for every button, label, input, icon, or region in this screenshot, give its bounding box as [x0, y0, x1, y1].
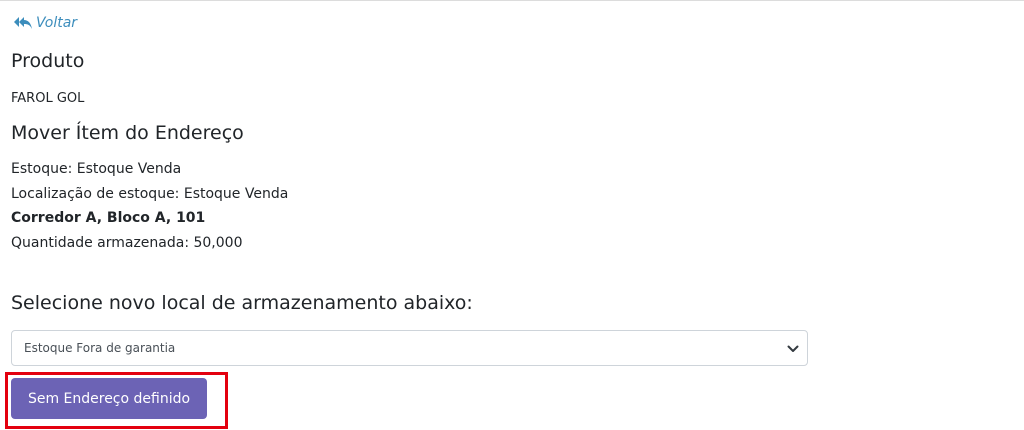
page-content: Voltar Produto FAROL GOL Mover Ítem do E… [5, 0, 1011, 430]
endereco-text: Corredor A, Bloco A, 101 [11, 210, 206, 226]
reply-all-icon [13, 16, 33, 30]
novo-local-heading: Selecione novo local de armazenamento ab… [11, 292, 473, 314]
quantidade-text: Quantidade armazenada: 50,000 [11, 235, 243, 251]
estoque-text: Estoque: Estoque Venda [11, 161, 182, 177]
storage-location-selected-value: Estoque Fora de garantia [24, 341, 176, 355]
localizacao-text: Localização de estoque: Estoque Venda [11, 186, 289, 202]
back-link-label[interactable]: Voltar [36, 15, 77, 31]
mover-heading: Mover Ítem do Endereço [11, 122, 244, 144]
chevron-down-icon [787, 343, 799, 357]
produto-heading: Produto [11, 50, 85, 72]
storage-location-select[interactable]: Estoque Fora de garantia [11, 330, 808, 366]
no-address-button[interactable]: Sem Endereço definido [11, 378, 207, 419]
produto-name: FAROL GOL [11, 91, 85, 106]
back-link[interactable]: Voltar [13, 15, 77, 31]
